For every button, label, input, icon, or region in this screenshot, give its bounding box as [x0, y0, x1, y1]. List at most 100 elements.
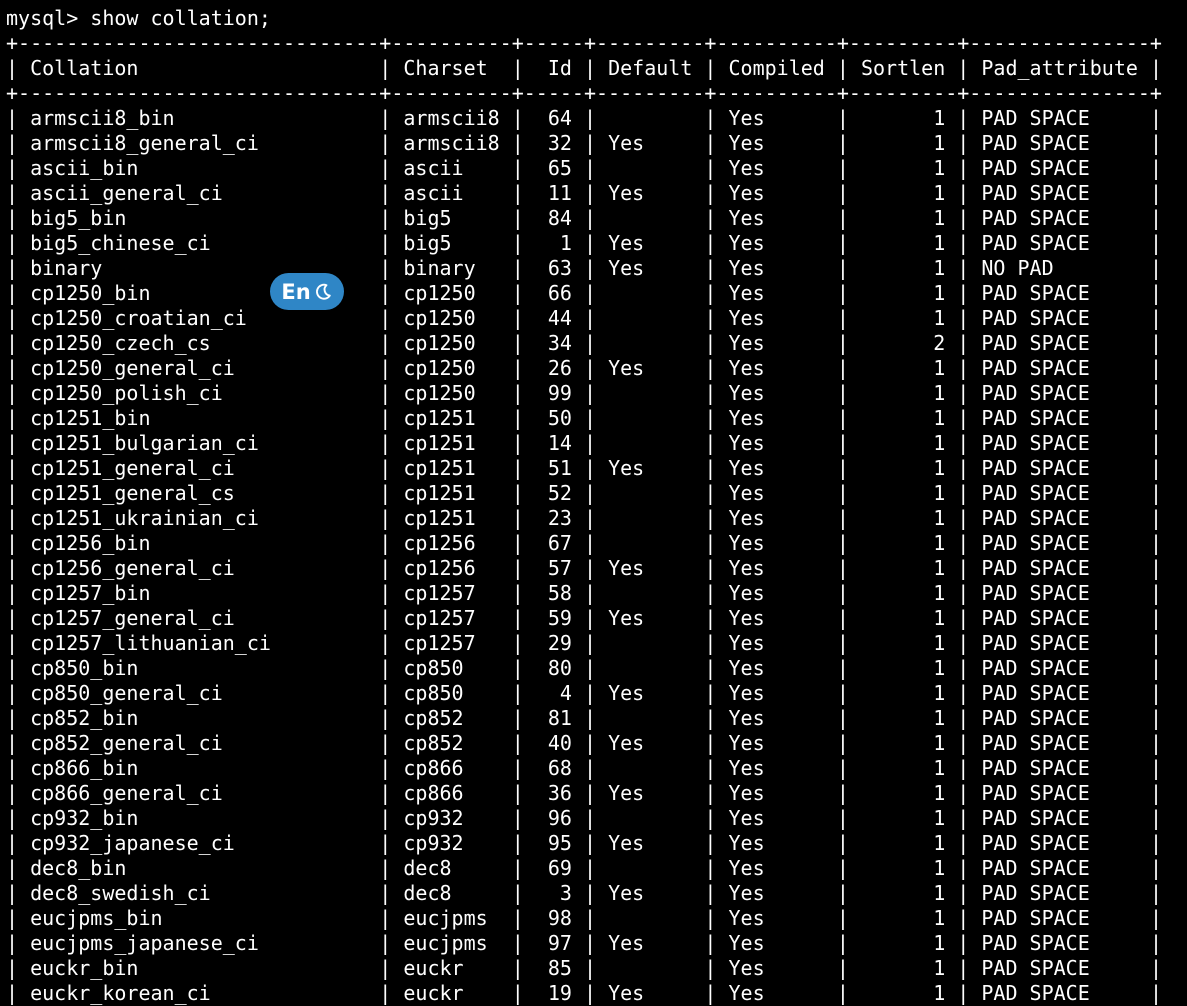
- cell-default: Yes: [608, 456, 693, 480]
- cell-id: 85: [535, 956, 572, 980]
- cell-collation: cp1256_bin: [30, 531, 368, 555]
- cell-sortlen: 1: [860, 131, 946, 155]
- header-collation: Collation: [30, 56, 368, 80]
- cell-collation: cp1251_ukrainian_ci: [30, 506, 368, 530]
- cell-pad-attribute: PAD SPACE: [981, 556, 1138, 580]
- cell-charset: cp1250: [403, 281, 500, 305]
- table-body: | armscii8_bin | armscii8 | 64 | | Yes |…: [6, 106, 1162, 1006]
- cell-default: [608, 706, 692, 730]
- table-row: | ascii_bin | ascii | 65 | | Yes | 1 | P…: [6, 156, 1163, 180]
- cell-collation: cp1250_czech_cs: [30, 331, 368, 355]
- cell-compiled: Yes: [728, 181, 825, 205]
- cell-default: [608, 756, 692, 780]
- table-row: | cp1251_bin | cp1251 | 50 | | Yes | 1 |…: [6, 406, 1163, 430]
- cell-collation: euckr_korean_ci: [30, 981, 368, 1005]
- table-row: | cp1257_bin | cp1257 | 58 | | Yes | 1 |…: [6, 581, 1163, 605]
- cell-default: Yes: [608, 681, 693, 705]
- cell-charset: cp1251: [403, 456, 500, 480]
- table-row: | cp1257_lithuanian_ci | cp1257 | 29 | |…: [6, 631, 1163, 655]
- cell-compiled: Yes: [728, 156, 825, 180]
- cell-charset: dec8: [403, 881, 500, 905]
- cell-sortlen: 1: [860, 231, 946, 255]
- cell-collation: armscii8_bin: [30, 106, 368, 130]
- table-row: | cp1251_general_cs | cp1251 | 52 | | Ye…: [6, 481, 1163, 505]
- cell-id: 51: [535, 456, 572, 480]
- cell-collation: cp1251_bulgarian_ci: [30, 431, 368, 455]
- cell-collation: armscii8_general_ci: [30, 131, 368, 155]
- cell-pad-attribute: PAD SPACE: [981, 606, 1138, 630]
- cell-charset: cp1250: [403, 331, 500, 355]
- cell-default: Yes: [608, 131, 693, 155]
- cell-default: [608, 156, 692, 180]
- cell-collation: cp852_bin: [30, 706, 368, 730]
- cell-pad-attribute: PAD SPACE: [981, 781, 1138, 805]
- cell-default: [608, 481, 692, 505]
- table-row: | cp866_general_ci | cp866 | 36 | Yes | …: [6, 781, 1163, 805]
- cell-sortlen: 1: [860, 281, 946, 305]
- table-row: | dec8_bin | dec8 | 69 | | Yes | 1 | PAD…: [6, 856, 1163, 880]
- cell-pad-attribute: PAD SPACE: [981, 881, 1138, 905]
- cell-pad-attribute: PAD SPACE: [981, 231, 1138, 255]
- cell-default: [608, 106, 692, 130]
- cell-default: Yes: [608, 606, 693, 630]
- cell-sortlen: 1: [860, 456, 946, 480]
- cell-collation: cp1250_general_ci: [30, 356, 368, 380]
- cell-compiled: Yes: [728, 531, 825, 555]
- cell-collation: cp1251_general_ci: [30, 456, 368, 480]
- table-row: | big5_chinese_ci | big5 | 1 | Yes | Yes…: [6, 231, 1163, 255]
- cell-id: 50: [535, 406, 572, 430]
- cell-default: [608, 331, 692, 355]
- cell-sortlen: 1: [860, 306, 946, 330]
- cell-charset: cp1251: [403, 406, 500, 430]
- table-row: | cp1256_general_ci | cp1256 | 57 | Yes …: [6, 556, 1163, 580]
- cell-pad-attribute: PAD SPACE: [981, 306, 1138, 330]
- cell-collation: cp1257_bin: [30, 581, 368, 605]
- cell-collation: dec8_swedish_ci: [30, 881, 368, 905]
- table-row: | cp1250_polish_ci | cp1250 | 99 | | Yes…: [6, 381, 1163, 405]
- cell-compiled: Yes: [728, 581, 825, 605]
- table-row: | cp1250_croatian_ci | cp1250 | 44 | | Y…: [6, 306, 1163, 330]
- cell-id: 57: [535, 556, 572, 580]
- cell-sortlen: 1: [860, 756, 946, 780]
- cell-sortlen: 1: [860, 881, 946, 905]
- cell-pad-attribute: PAD SPACE: [981, 331, 1138, 355]
- cell-compiled: Yes: [728, 106, 825, 130]
- cell-sortlen: 1: [860, 581, 946, 605]
- cell-default: [608, 656, 692, 680]
- cell-id: 14: [535, 431, 572, 455]
- cell-collation: cp1251_bin: [30, 406, 368, 430]
- cell-collation: cp1257_lithuanian_ci: [30, 631, 368, 655]
- ime-language-indicator[interactable]: En: [270, 273, 344, 310]
- cell-pad-attribute: PAD SPACE: [981, 356, 1138, 380]
- table-row: | cp850_bin | cp850 | 80 | | Yes | 1 | P…: [6, 656, 1163, 680]
- cell-compiled: Yes: [728, 981, 825, 1005]
- cell-pad-attribute: PAD SPACE: [981, 706, 1138, 730]
- table-border-top: +------------------------------+--------…: [6, 31, 1162, 55]
- cell-charset: cp932: [403, 806, 500, 830]
- header-sortlen: Sortlen: [860, 56, 946, 80]
- cell-id: 29: [535, 631, 572, 655]
- cell-id: 84: [535, 206, 572, 230]
- cell-default: Yes: [608, 731, 693, 755]
- cell-pad-attribute: PAD SPACE: [981, 831, 1138, 855]
- cell-pad-attribute: PAD SPACE: [981, 506, 1138, 530]
- cell-id: 26: [535, 356, 572, 380]
- cell-id: 63: [535, 256, 572, 280]
- cell-pad-attribute: PAD SPACE: [981, 156, 1138, 180]
- cell-collation: cp932_bin: [30, 806, 368, 830]
- table-row: | cp1256_bin | cp1256 | 67 | | Yes | 1 |…: [6, 531, 1163, 555]
- cell-id: 97: [535, 931, 572, 955]
- cell-charset: cp1250: [403, 306, 500, 330]
- terminal-output[interactable]: mysql> show collation; +-----------------…: [6, 6, 1162, 1006]
- cell-id: 96: [535, 806, 572, 830]
- table-row: | cp1251_ukrainian_ci | cp1251 | 23 | | …: [6, 506, 1163, 530]
- cell-collation: cp1256_general_ci: [30, 556, 368, 580]
- table-row: | cp932_japanese_ci | cp932 | 95 | Yes |…: [6, 831, 1163, 855]
- cell-sortlen: 1: [860, 181, 946, 205]
- cell-compiled: Yes: [728, 731, 825, 755]
- cell-compiled: Yes: [728, 831, 825, 855]
- cell-sortlen: 1: [860, 356, 946, 380]
- cell-compiled: Yes: [728, 881, 825, 905]
- table-row: | cp932_bin | cp932 | 96 | | Yes | 1 | P…: [6, 806, 1163, 830]
- cell-charset: cp1256: [403, 556, 500, 580]
